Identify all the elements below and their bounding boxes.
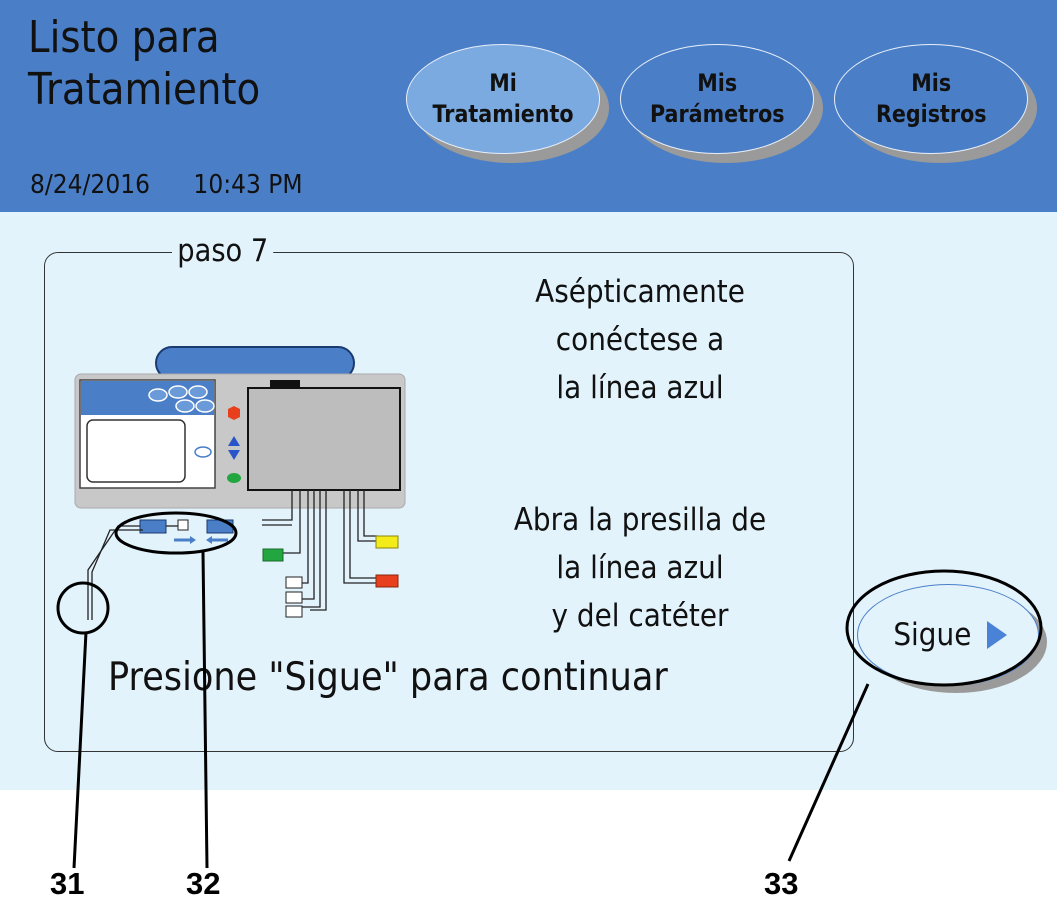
green-line-connector <box>262 548 284 562</box>
device-lcd <box>86 419 186 483</box>
cycler-illustration <box>56 346 1043 869</box>
device-mini-button <box>175 399 195 413</box>
callout-marks <box>56 511 1043 869</box>
device-mini-button <box>148 388 168 402</box>
device-mini-button <box>188 385 208 399</box>
transfer-set-connector <box>139 519 167 534</box>
cap-connector <box>177 519 189 531</box>
catheter-line <box>87 525 140 620</box>
leader-line-31 <box>72 631 88 869</box>
leader-line-32 <box>201 551 209 869</box>
callout-label-31: 31 <box>50 866 85 901</box>
callout-label-32: 32 <box>186 866 221 901</box>
device-oval-button <box>194 446 212 458</box>
red-line-connector <box>375 574 399 588</box>
drain-connector <box>285 576 303 589</box>
go-button-icon <box>227 473 241 483</box>
cassette-door <box>247 387 401 491</box>
device-mini-button <box>195 399 215 413</box>
device-mini-button <box>168 385 188 399</box>
callout-ellipse-33 <box>845 569 1043 687</box>
drain-connector <box>285 605 303 618</box>
yellow-line-connector <box>375 535 399 549</box>
drain-connector <box>285 591 303 604</box>
blue-line-connection <box>87 519 234 620</box>
callout-label-33: 33 <box>764 866 799 901</box>
callout-circle-31 <box>56 581 110 635</box>
leader-line-33 <box>787 683 870 862</box>
stop-button-icon <box>228 406 240 420</box>
